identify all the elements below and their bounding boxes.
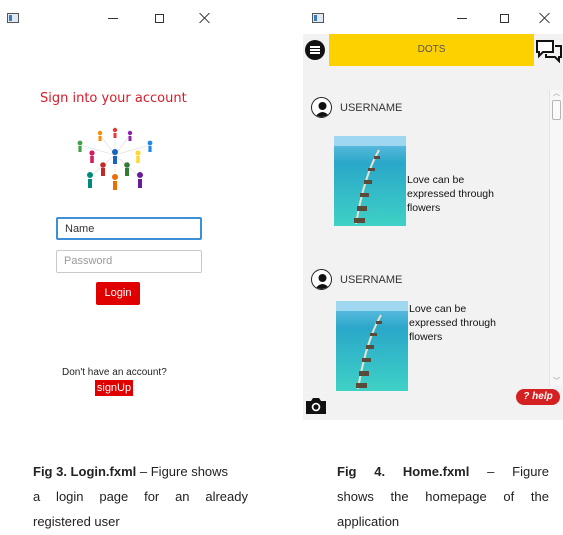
close-button[interactable] [536,9,554,27]
home-titlebar [303,0,563,34]
home-content: DOTS USERNAME Love can be expressed thro… [303,34,563,420]
maximize-button[interactable] [495,9,513,27]
user-avatar-icon[interactable] [311,97,332,118]
name-input[interactable]: Name [56,217,202,240]
help-icon: ? [523,391,530,402]
scroll-thumb[interactable] [552,100,561,120]
minimize-button[interactable] [104,9,122,27]
close-icon [539,12,551,24]
chat-icon[interactable] [535,39,563,63]
post-image[interactable] [336,301,408,391]
signup-button[interactable]: signUp [95,380,133,396]
minimize-button[interactable] [453,9,471,27]
figure-caption-login: Fig 3. Login.fxml – Figure shows a login… [33,464,248,529]
minimize-icon [457,17,467,19]
post-image[interactable] [334,136,406,226]
post-caption: Love can be expressed through flowers [409,303,496,343]
app-icon [7,13,19,23]
people-network-icon [77,127,153,190]
post-username[interactable]: USERNAME [340,102,402,114]
close-icon [199,12,211,24]
post-feed[interactable]: USERNAME Love can be expressed through f… [303,68,548,391]
scroll-up-icon[interactable]: ︿ [553,90,560,98]
post-username[interactable]: USERNAME [340,274,402,286]
app-title-bar: DOTS [329,34,534,66]
home-window: DOTS USERNAME Love can be expressed thro… [303,0,563,420]
close-button[interactable] [196,9,214,27]
password-input[interactable]: Password [56,250,202,273]
app-icon [312,13,324,23]
help-button[interactable]: ? help [516,389,560,405]
scroll-down-icon[interactable]: ﹀ [553,378,560,386]
user-avatar-icon[interactable] [311,269,332,290]
minimize-icon [108,17,118,19]
camera-icon[interactable] [305,396,327,415]
figure-caption-home: Fig 4. Home.fxml – Figure shows the home… [337,464,549,529]
feed-scrollbar[interactable]: ︿ ﹀ [549,90,562,386]
post-caption: Love can be expressed through flowers [407,174,494,214]
no-account-text: Don't have an account? [62,367,167,378]
login-window: Sign into your account Name Password Log… [0,0,230,420]
maximize-icon [154,13,164,23]
login-heading: Sign into your account [40,91,187,106]
maximize-icon [499,13,509,23]
maximize-button[interactable] [150,9,168,27]
login-button[interactable]: Login [96,282,140,305]
login-titlebar [0,0,230,34]
menu-button[interactable] [305,40,325,60]
